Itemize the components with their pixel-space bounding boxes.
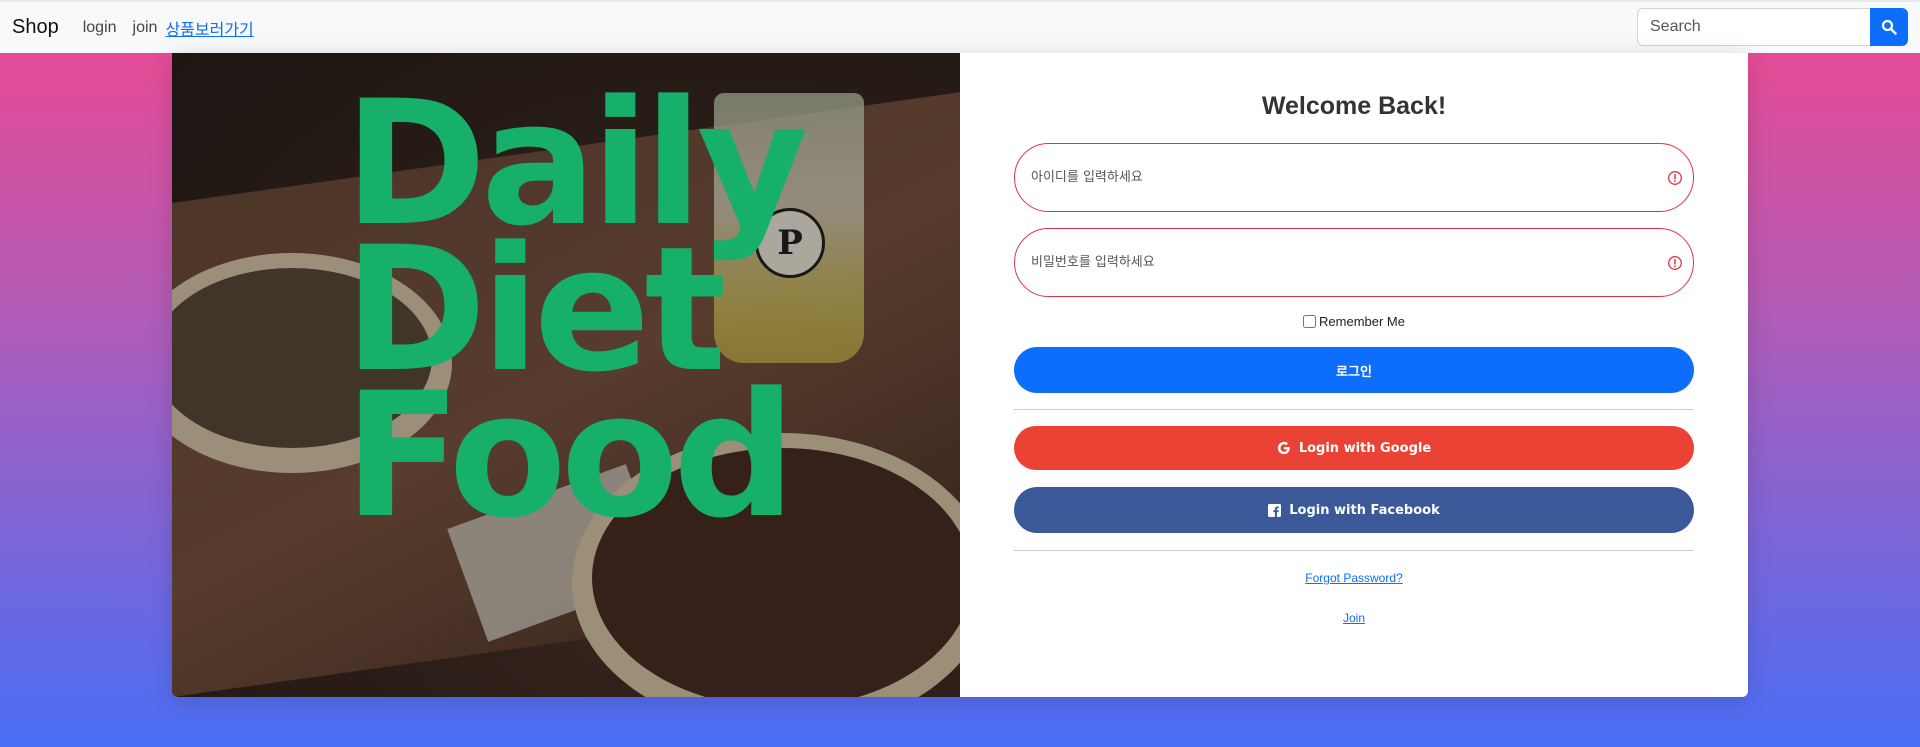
forgot-password-link[interactable]: Forgot Password? [1305, 571, 1402, 585]
join-link[interactable]: Join [1343, 611, 1365, 625]
search-form [1637, 8, 1908, 46]
password-field-wrapper [1014, 228, 1694, 297]
search-icon [1881, 19, 1897, 35]
id-field-wrapper [1014, 143, 1694, 212]
invalid-alert-icon [1668, 256, 1682, 270]
nav-link-login[interactable]: login [83, 19, 117, 37]
login-card: P Daily Diet Food Welcome Back! 아이디를 입력하… [172, 53, 1748, 697]
facebook-login-label: Login with Facebook [1289, 502, 1440, 518]
login-form: Welcome Back! Remember Me 로그인 [960, 53, 1748, 697]
search-input[interactable] [1637, 8, 1870, 46]
nav-link-join[interactable]: join [133, 19, 158, 37]
id-input[interactable] [1015, 144, 1693, 211]
facebook-login-button[interactable]: Login with Facebook [1014, 487, 1694, 533]
remember-me: Remember Me [1303, 314, 1405, 329]
brand-logo[interactable]: Shop [12, 16, 59, 39]
divider [1014, 409, 1694, 410]
invalid-alert-icon [1668, 171, 1682, 185]
remember-me-checkbox[interactable] [1303, 315, 1317, 328]
google-login-button[interactable]: Login with Google [1014, 426, 1694, 470]
hero-image: P Daily Diet Food [172, 53, 960, 697]
hero-headline: Daily Diet Food [344, 78, 809, 556]
search-button[interactable] [1870, 8, 1908, 46]
login-button[interactable]: 로그인 [1014, 347, 1694, 393]
divider [1014, 550, 1694, 551]
remember-me-label: Remember Me [1319, 314, 1405, 329]
top-navbar: Shop login join 상품보러가기 [0, 0, 1920, 53]
google-login-label: Login with Google [1298, 440, 1432, 456]
nav-link-products[interactable]: 상품보러가기 [165, 16, 253, 40]
hero-line-3: Food [344, 355, 796, 556]
facebook-icon [1268, 503, 1282, 517]
password-input[interactable] [1015, 229, 1693, 296]
google-icon [1277, 441, 1290, 455]
page-title: Welcome Back! [1261, 92, 1447, 120]
